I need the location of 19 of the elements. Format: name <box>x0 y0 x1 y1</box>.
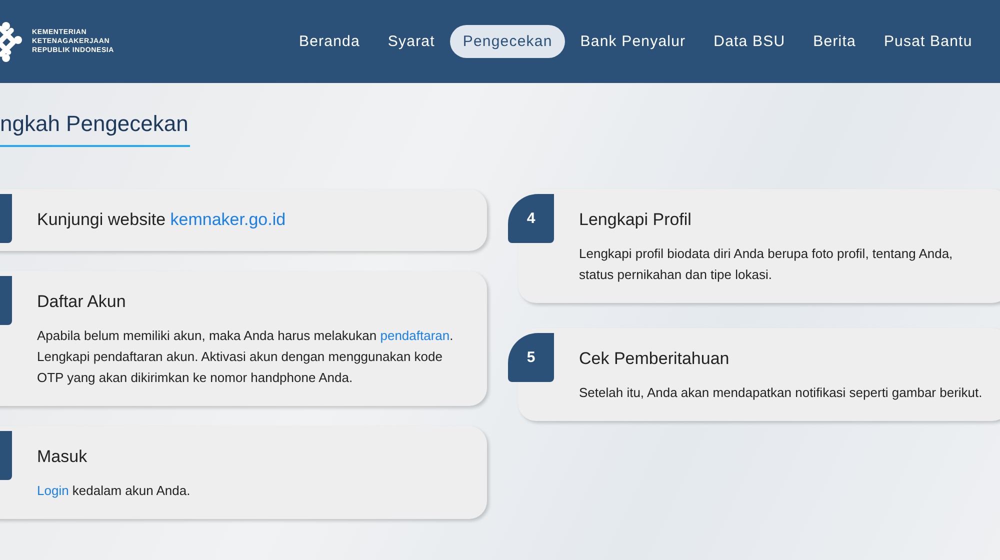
step-title: Cek Pemberitahuan <box>579 348 730 370</box>
step-description: Apabila belum memiliki akun, maka Anda harus melakukan pendaftaran. Lengkapi pendaftaran akun. Aktivasi akun dengan menggunakan kode OTP yang akan dikirimkan ke nomor handphone Anda. <box>37 327 454 387</box>
step-title: Lengkapi Profil <box>579 209 692 231</box>
step-title: Kunjungi website kemnaker.go.id <box>37 209 287 231</box>
nav-link[interactable]: Pengecekan <box>450 25 566 58</box>
step-description: Lengkapi profil biodata diri Anda berupa foto profil, tentang Anda, status pernikahan dan tipe lokasi. <box>579 245 954 284</box>
step-description: Setelah itu, Anda akan mendapatkan notifikasi seperti gambar berikut. <box>579 384 984 402</box>
nav-link[interactable]: Berita <box>800 25 869 58</box>
nav-link[interactable]: Pusat Bantu <box>870 25 986 58</box>
step-number-badge: 5 <box>508 333 554 382</box>
nav-link[interactable]: Bank Penyalur <box>567 25 699 58</box>
nav-link[interactable]: Syarat <box>374 25 448 58</box>
nav-link[interactable]: Beranda <box>286 25 373 58</box>
step-number-badge: 4 <box>508 194 554 243</box>
step-title: Masuk <box>37 446 88 468</box>
section-title: ngkah Pengecekan <box>0 111 190 147</box>
step-title: Daftar Akun <box>37 291 127 313</box>
step-description: Login kedalam akun Anda. <box>37 482 192 500</box>
nav-link[interactable]: Data BSU <box>700 25 798 58</box>
